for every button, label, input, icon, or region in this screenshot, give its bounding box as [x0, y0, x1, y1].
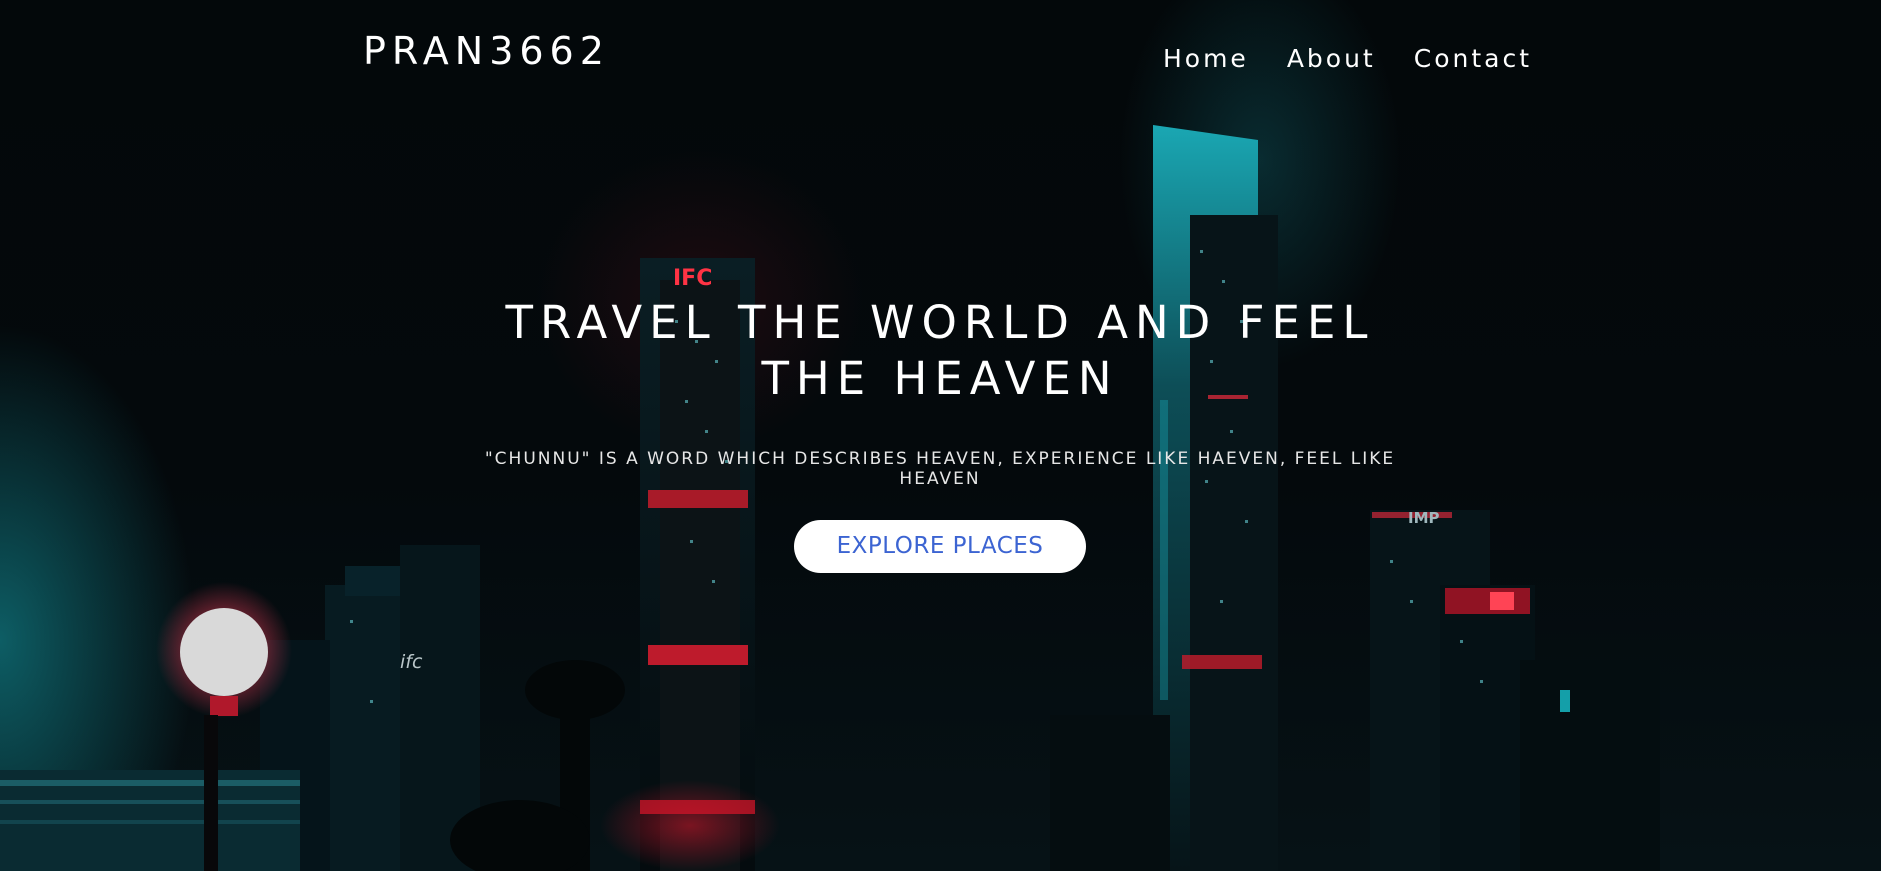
main-nav: Home About Contact	[1163, 42, 1532, 76]
hero-title: TRAVEL THE WORLD AND FEEL THE HEAVEN	[505, 296, 1375, 405]
brand-logo[interactable]: PRAN3662	[363, 28, 610, 74]
nav-link-about[interactable]: About	[1287, 44, 1376, 73]
nav-link-contact[interactable]: Contact	[1414, 44, 1532, 73]
ifc-lower-sign: ifc	[400, 651, 423, 673]
hero-content: TRAVEL THE WORLD AND FEEL THE HEAVEN "CH…	[440, 295, 1440, 573]
nav-item-contact: Contact	[1414, 42, 1532, 76]
nav-item-about: About	[1287, 42, 1376, 76]
nav-link-home[interactable]: Home	[1163, 44, 1249, 73]
hero-section: IFC IMP ifc PRAN3662 Home About Contact …	[0, 0, 1881, 871]
hero-subtitle: "CHUNNU" IS A WORD WHICH DESCRIBES HEAVE…	[484, 449, 1396, 489]
ifc-sign: IFC	[673, 266, 712, 291]
nav-item-home: Home	[1163, 42, 1249, 76]
explore-places-button[interactable]: EXPLORE PLACES	[794, 520, 1086, 573]
